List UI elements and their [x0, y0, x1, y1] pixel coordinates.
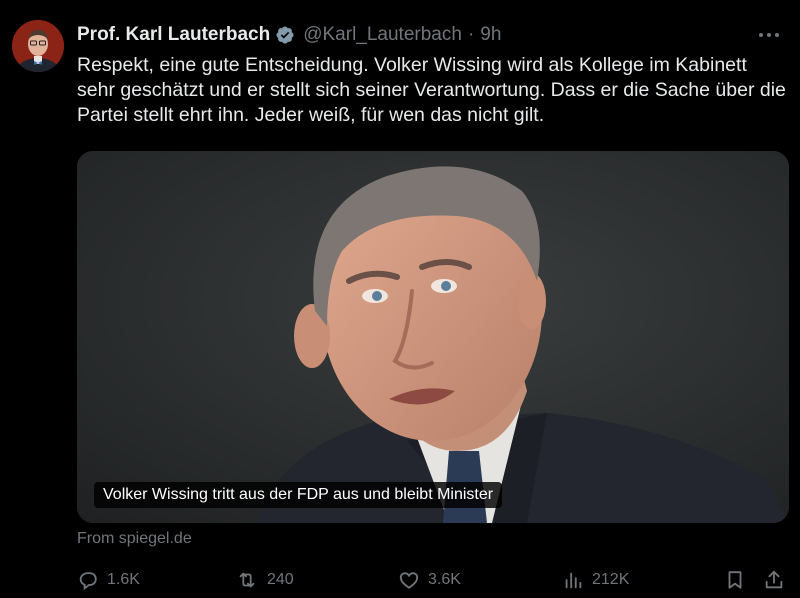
like-button[interactable]: 3.6K — [398, 566, 461, 594]
bookmark-button[interactable] — [724, 566, 754, 594]
reply-button[interactable]: 1.6K — [77, 566, 140, 594]
like-count: 3.6K — [428, 571, 461, 588]
views-button[interactable]: 212K — [562, 566, 629, 594]
repost-count: 240 — [267, 571, 294, 588]
reply-icon — [79, 572, 97, 591]
card-caption: Volker Wissing tritt aus der FDP aus und… — [94, 482, 503, 508]
timestamp[interactable]: 9h — [480, 24, 501, 46]
verified-badge-icon[interactable] — [275, 25, 295, 45]
tweet-text: Respekt, eine gute Entscheidung. Volker … — [77, 54, 786, 126]
heart-icon — [399, 572, 419, 589]
more-options-icon[interactable] — [756, 22, 782, 48]
tweet-header: Prof. Karl Lauterbach @Karl_Lauterbach ·… — [77, 22, 501, 48]
views-icon — [565, 572, 582, 589]
repost-button[interactable]: 240 — [235, 566, 294, 594]
repost-icon — [239, 572, 255, 588]
card-source[interactable]: From spiegel.de — [77, 530, 192, 548]
link-card[interactable]: Volker Wissing tritt aus der FDP aus und… — [77, 151, 789, 523]
tweet: Prof. Karl Lauterbach @Karl_Lauterbach ·… — [0, 0, 800, 598]
card-image — [77, 151, 789, 523]
views-count: 212K — [592, 571, 630, 588]
display-name[interactable]: Prof. Karl Lauterbach — [77, 24, 270, 46]
share-icon — [765, 570, 783, 589]
avatar[interactable] — [12, 20, 64, 72]
share-button[interactable] — [763, 566, 793, 594]
bookmark-icon — [728, 571, 742, 589]
action-bar: 1.6K 240 3.6K 212K — [77, 566, 789, 594]
handle[interactable]: @Karl_Lauterbach — [303, 24, 462, 46]
reply-count: 1.6K — [107, 571, 140, 588]
separator-dot: · — [467, 24, 475, 45]
